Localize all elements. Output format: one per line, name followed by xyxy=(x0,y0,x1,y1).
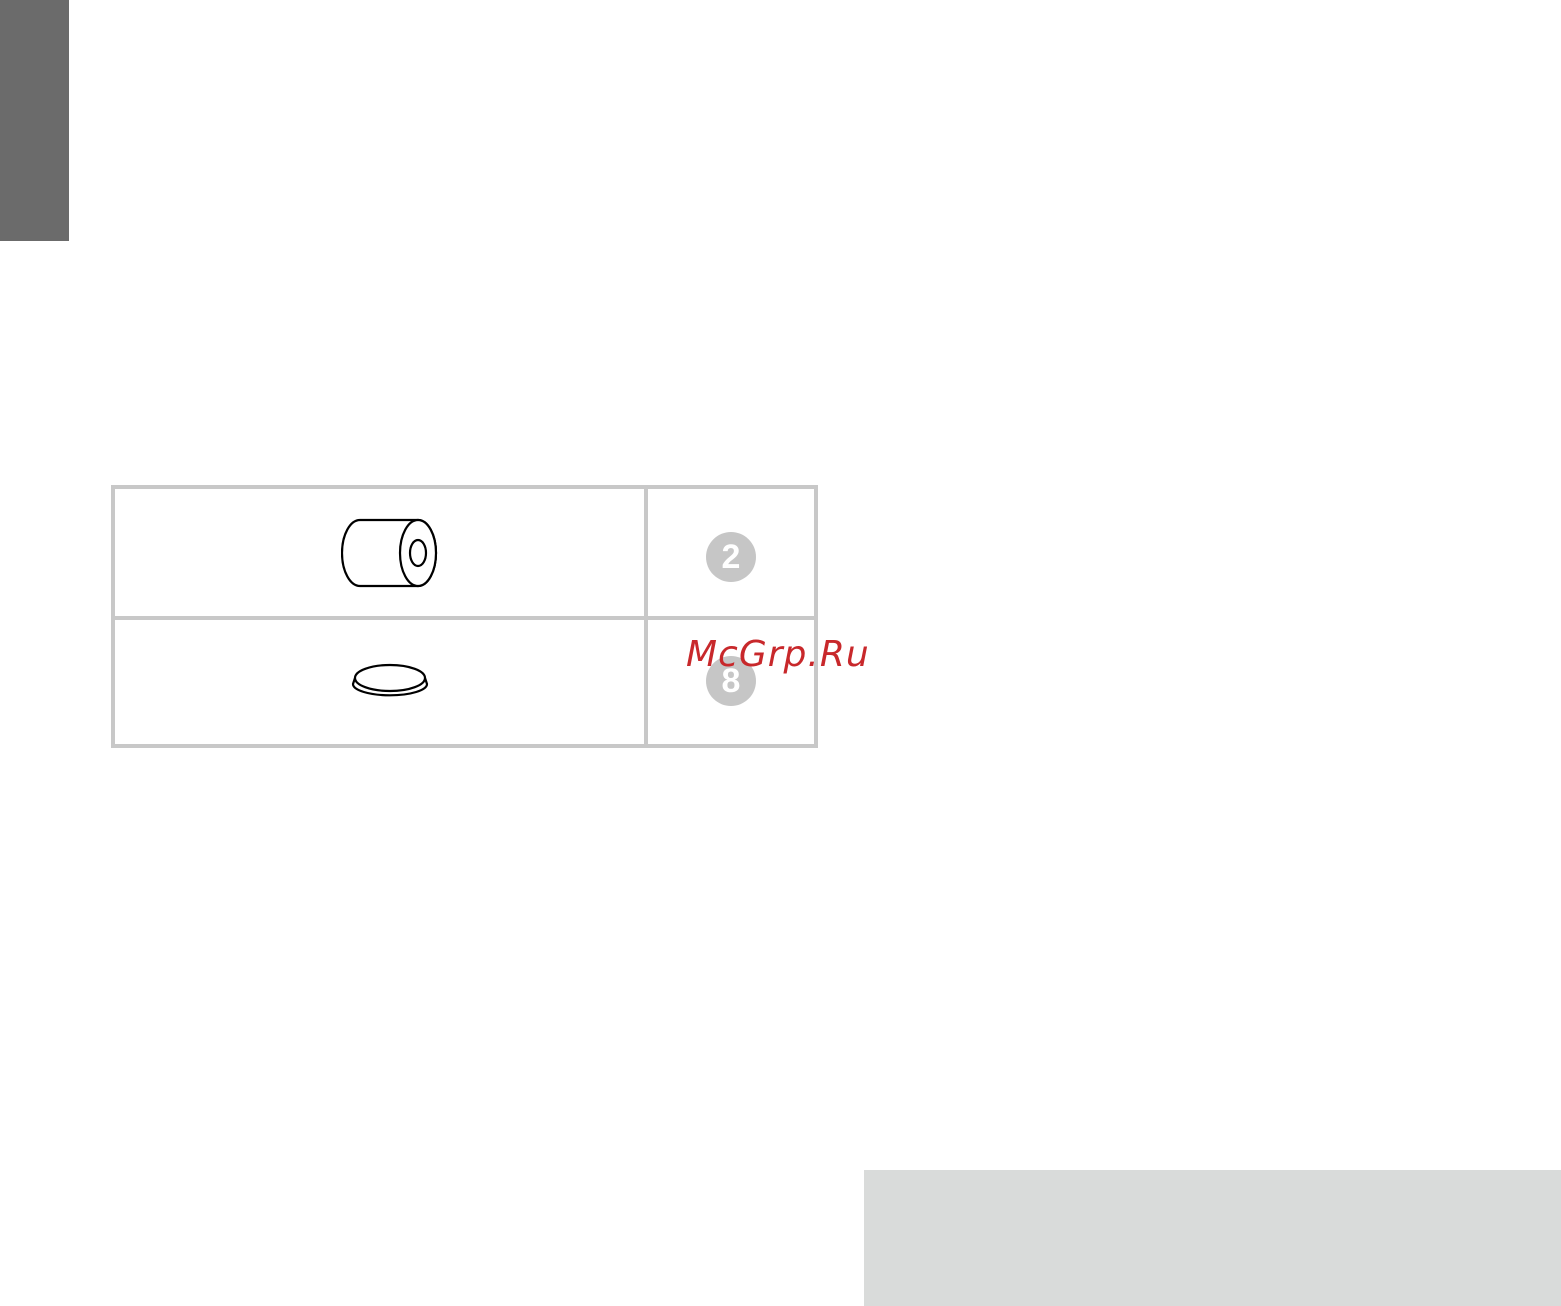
illustration-cell xyxy=(115,617,644,744)
cylindrical-spacer-icon xyxy=(341,518,438,588)
column-divider xyxy=(644,489,648,744)
quantity-badge: 2 xyxy=(706,532,756,582)
round-bumper-pad-icon xyxy=(351,663,429,697)
footer-block xyxy=(864,1170,1561,1306)
watermark-text: McGrp.Ru xyxy=(686,634,870,675)
illustration-cell xyxy=(115,489,644,616)
parts-row-spacer: 2 xyxy=(115,489,814,616)
parts-table: 2 8 xyxy=(111,485,818,748)
side-tab xyxy=(0,0,69,241)
quantity-cell: 2 xyxy=(648,489,814,616)
